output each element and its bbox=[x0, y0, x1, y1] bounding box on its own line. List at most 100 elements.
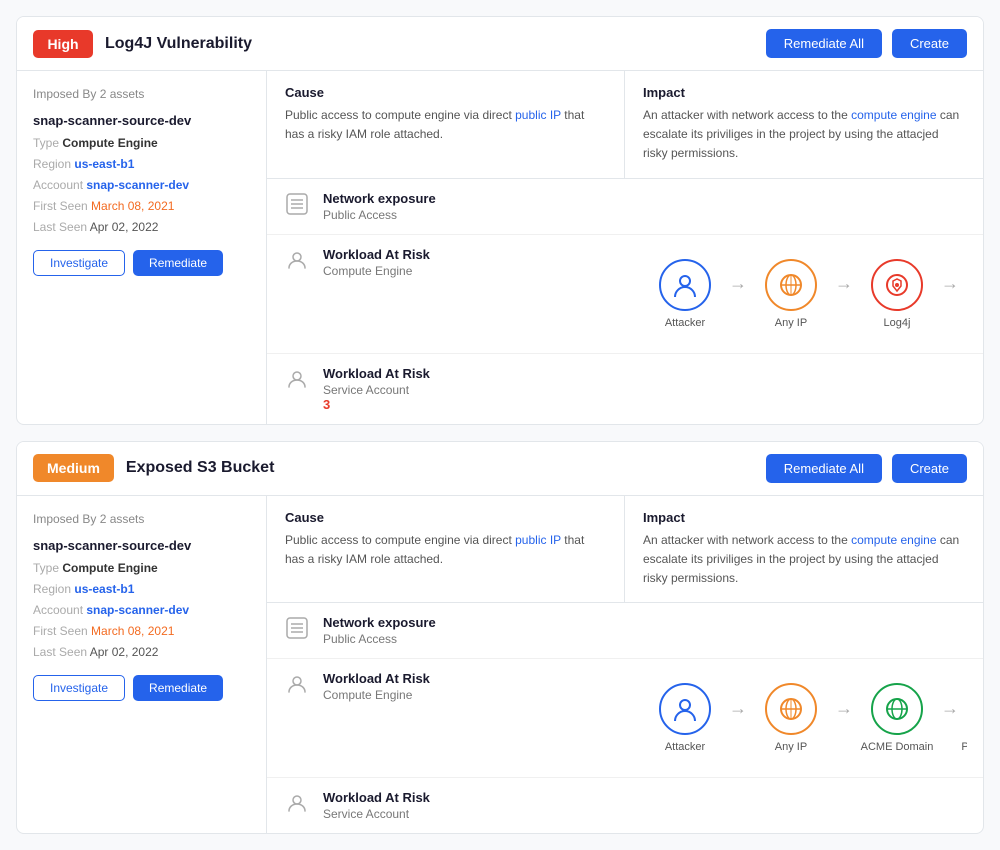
risk-icon-workload bbox=[283, 249, 311, 271]
chain-arrow: → bbox=[729, 273, 747, 294]
risk-number: 3 bbox=[323, 397, 967, 412]
asset-region: Region us-east-b1 bbox=[33, 580, 250, 598]
impact-section: Impact An attacker with network access t… bbox=[625, 496, 983, 603]
impact-text: An attacker with network access to the c… bbox=[643, 531, 965, 589]
chain-node-elasticip: Elastic IP bbox=[963, 259, 967, 329]
impact-section: Impact An attacker with network access t… bbox=[625, 71, 983, 178]
investigate-button[interactable]: Investigate bbox=[33, 675, 125, 701]
risk-row-network: Network exposure Public Access bbox=[267, 179, 983, 235]
chain-node-acmedomain: ACME Domain bbox=[857, 683, 937, 753]
asset-account: Accoount snap-scanner-dev bbox=[33, 176, 250, 194]
risk-content: Network exposure Public Access bbox=[323, 615, 967, 646]
chain-node-anyip: Any IP bbox=[751, 259, 831, 329]
remediate-all-button[interactable]: Remediate All bbox=[766, 29, 882, 58]
risk-row-network: Network exposure Public Access bbox=[267, 603, 983, 659]
chain-node-attacker: Attacker bbox=[645, 259, 725, 329]
action-buttons: Investigate Remediate bbox=[33, 675, 250, 701]
risk-subtitle: Public Access bbox=[323, 632, 967, 646]
imposed-label: Imposed By 2 assets bbox=[33, 512, 250, 526]
cause-text: Public access to compute engine via dire… bbox=[285, 106, 606, 144]
chain-arrow: → bbox=[941, 273, 959, 294]
chain-icon-anyip bbox=[765, 259, 817, 311]
risk-content: Workload At Risk Service Account bbox=[323, 790, 967, 821]
chain-arrow: → bbox=[941, 698, 959, 719]
severity-badge: High bbox=[33, 30, 93, 58]
chain-icon-log4j bbox=[871, 259, 923, 311]
investigate-button[interactable]: Investigate bbox=[33, 250, 125, 276]
action-buttons: Investigate Remediate bbox=[33, 250, 250, 276]
cause-impact: Cause Public access to compute engine vi… bbox=[267, 71, 983, 179]
impact-label: Impact bbox=[643, 510, 965, 525]
risk-row-network: Workload At Risk Service Account bbox=[267, 778, 983, 833]
chain-node-log4j: Log4j bbox=[857, 259, 937, 329]
chain-icon-attacker bbox=[659, 683, 711, 735]
header-actions: Remediate All Create bbox=[766, 29, 967, 58]
chain-icon-anyip bbox=[765, 683, 817, 735]
create-button[interactable]: Create bbox=[892, 454, 967, 483]
chain-node-s3bucket: Public S3 Bucket bbox=[963, 683, 967, 753]
asset-type: Type Compute Engine bbox=[33, 559, 250, 577]
chain-arrow: → bbox=[729, 698, 747, 719]
chain-node-attacker: Attacker bbox=[645, 683, 725, 753]
severity-badge: Medium bbox=[33, 454, 114, 482]
cause-label: Cause bbox=[285, 85, 606, 100]
right-panel: Cause Public access to compute engine vi… bbox=[267, 71, 983, 424]
risk-title: Network exposure bbox=[323, 191, 967, 206]
card-title: Exposed S3 Bucket bbox=[126, 459, 766, 477]
risk-icon-workload bbox=[283, 673, 311, 695]
risk-icon-service bbox=[283, 368, 311, 390]
risk-title: Workload At Risk bbox=[323, 366, 967, 381]
vulnerability-card-log4j: High Log4J Vulnerability Remediate All C… bbox=[16, 16, 984, 425]
right-panel: Cause Public access to compute engine vi… bbox=[267, 496, 983, 834]
risk-icon-network bbox=[283, 193, 311, 215]
asset-last-seen: Last Seen Apr 02, 2022 bbox=[33, 218, 250, 236]
chain-icon-attacker bbox=[659, 259, 711, 311]
imposed-label: Imposed By 2 assets bbox=[33, 87, 250, 101]
cause-label: Cause bbox=[285, 510, 606, 525]
risk-subtitle: Compute Engine bbox=[323, 688, 645, 702]
asset-name: snap-scanner-source-dev bbox=[33, 538, 250, 553]
card-header: Medium Exposed S3 Bucket Remediate All C… bbox=[17, 442, 983, 496]
remediate-button[interactable]: Remediate bbox=[133, 675, 223, 701]
risk-content: Workload At Risk Service Account 3 bbox=[323, 366, 967, 412]
asset-region: Region us-east-b1 bbox=[33, 155, 250, 173]
asset-account: Accoount snap-scanner-dev bbox=[33, 601, 250, 619]
risk-rows: Network exposure Public Access Workload … bbox=[267, 179, 983, 424]
risk-subtitle: Compute Engine bbox=[323, 264, 645, 278]
risk-row-workload: Workload At Risk Compute Engine Attacker… bbox=[267, 235, 983, 354]
left-panel: Imposed By 2 assets snap-scanner-source-… bbox=[17, 496, 267, 834]
risk-row-service: Workload At Risk Service Account 3 bbox=[267, 354, 983, 424]
risk-content: Workload At Risk Compute Engine bbox=[323, 247, 645, 278]
left-panel: Imposed By 2 assets snap-scanner-source-… bbox=[17, 71, 267, 424]
risk-icon-service bbox=[283, 792, 311, 814]
risk-title: Workload At Risk bbox=[323, 790, 967, 805]
create-button[interactable]: Create bbox=[892, 29, 967, 58]
risk-subtitle: Service Account bbox=[323, 383, 967, 397]
risk-content: Network exposure Public Access bbox=[323, 191, 967, 222]
risk-icon-network bbox=[283, 617, 311, 639]
cause-impact: Cause Public access to compute engine vi… bbox=[267, 496, 983, 604]
chain-arrow: → bbox=[835, 698, 853, 719]
cause-section: Cause Public access to compute engine vi… bbox=[267, 496, 625, 603]
chain-node-anyip: Any IP bbox=[751, 683, 831, 753]
attack-chain: Attacker → Any IP → ACME Domain → Public… bbox=[645, 671, 967, 765]
asset-name: snap-scanner-source-dev bbox=[33, 113, 250, 128]
risk-row-workload: Workload At Risk Compute Engine Attacker… bbox=[267, 659, 983, 778]
cause-section: Cause Public access to compute engine vi… bbox=[267, 71, 625, 178]
remediate-button[interactable]: Remediate bbox=[133, 250, 223, 276]
risk-content: Workload At Risk Compute Engine bbox=[323, 671, 645, 702]
remediate-all-button[interactable]: Remediate All bbox=[766, 454, 882, 483]
risk-subtitle: Public Access bbox=[323, 208, 967, 222]
impact-text: An attacker with network access to the c… bbox=[643, 106, 965, 164]
card-body: Imposed By 2 assets snap-scanner-source-… bbox=[17, 496, 983, 834]
risk-subtitle: Service Account bbox=[323, 807, 967, 821]
header-actions: Remediate All Create bbox=[766, 454, 967, 483]
asset-first-seen: First Seen March 08, 2021 bbox=[33, 622, 250, 640]
risk-rows: Network exposure Public Access Workload … bbox=[267, 603, 983, 833]
card-header: High Log4J Vulnerability Remediate All C… bbox=[17, 17, 983, 71]
risk-title: Network exposure bbox=[323, 615, 967, 630]
chain-arrow: → bbox=[835, 273, 853, 294]
card-title: Log4J Vulnerability bbox=[105, 35, 766, 53]
asset-type: Type Compute Engine bbox=[33, 134, 250, 152]
attack-chain: Attacker → Any IP → Log4j → Elastic IP →… bbox=[645, 247, 967, 341]
